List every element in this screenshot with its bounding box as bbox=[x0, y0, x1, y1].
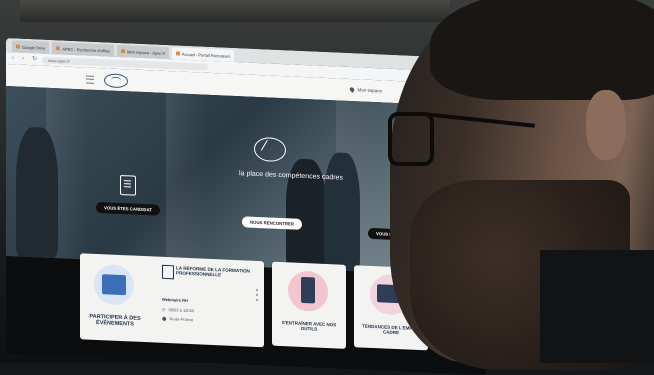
apec-hero-logo bbox=[254, 136, 286, 163]
forward-arrow-icon[interactable]: › bbox=[22, 56, 28, 62]
hero-person bbox=[16, 126, 58, 259]
window-frame bbox=[20, 0, 450, 22]
my-space-link[interactable]: Mon espace bbox=[349, 86, 382, 93]
calendar-illustration bbox=[94, 263, 134, 306]
smartphone-icon bbox=[301, 276, 315, 304]
apec-logo[interactable] bbox=[104, 73, 128, 89]
person-hair bbox=[430, 0, 654, 100]
glasses-frame bbox=[388, 112, 434, 166]
clock-icon: ◷ bbox=[162, 306, 166, 312]
window-reflection bbox=[166, 92, 208, 265]
person-shirt bbox=[540, 250, 654, 363]
carousel-dot[interactable] bbox=[256, 293, 258, 297]
favicon-icon bbox=[121, 49, 126, 54]
event-time: ◷ 09/03 à 12h00 bbox=[162, 306, 195, 314]
event-type: Webinaire RH bbox=[162, 296, 188, 303]
favicon-icon bbox=[16, 44, 20, 49]
carousel-dot[interactable] bbox=[256, 298, 258, 302]
phone-illustration bbox=[288, 270, 328, 313]
events-title: PARTICIPER À DES ÉVÉNEMENTS bbox=[89, 313, 141, 328]
reload-icon[interactable]: ↻ bbox=[32, 56, 38, 62]
reform-title[interactable]: LA RÉFORME DE LA FORMATION PROFESSIONNEL… bbox=[176, 265, 256, 279]
tools-card[interactable]: S'ENTRAÎNER AVEC NOS OUTILS bbox=[272, 261, 346, 349]
hero-person bbox=[324, 151, 360, 272]
calendar-small-icon bbox=[162, 264, 174, 280]
hamburger-menu-icon[interactable] bbox=[86, 75, 94, 84]
location-pin-icon bbox=[349, 86, 356, 93]
events-card[interactable]: PARTICIPER À DES ÉVÉNEMENTS LA RÉFORME D… bbox=[80, 253, 264, 348]
candidate-button[interactable]: VOUS ÊTES CANDIDAT bbox=[96, 201, 160, 216]
back-arrow-icon[interactable]: ‹ bbox=[12, 55, 18, 61]
carousel-dot[interactable] bbox=[256, 288, 258, 292]
location-pin-icon: ⬤ bbox=[162, 315, 167, 322]
person-ear bbox=[586, 90, 626, 160]
favicon-icon bbox=[56, 46, 61, 51]
meet-us-button[interactable]: NOUS RENCONTRER bbox=[242, 216, 302, 230]
event-location: ⬤ Île-de-France bbox=[162, 315, 194, 323]
favicon-icon bbox=[175, 51, 180, 56]
carousel-dots[interactable] bbox=[256, 288, 258, 304]
card-row: PARTICIPER À DES ÉVÉNEMENTS LA RÉFORME D… bbox=[76, 247, 436, 363]
tools-title: S'ENTRAÎNER AVEC NOS OUTILS bbox=[281, 320, 337, 332]
document-icon bbox=[120, 174, 136, 196]
calendar-icon bbox=[102, 274, 126, 296]
